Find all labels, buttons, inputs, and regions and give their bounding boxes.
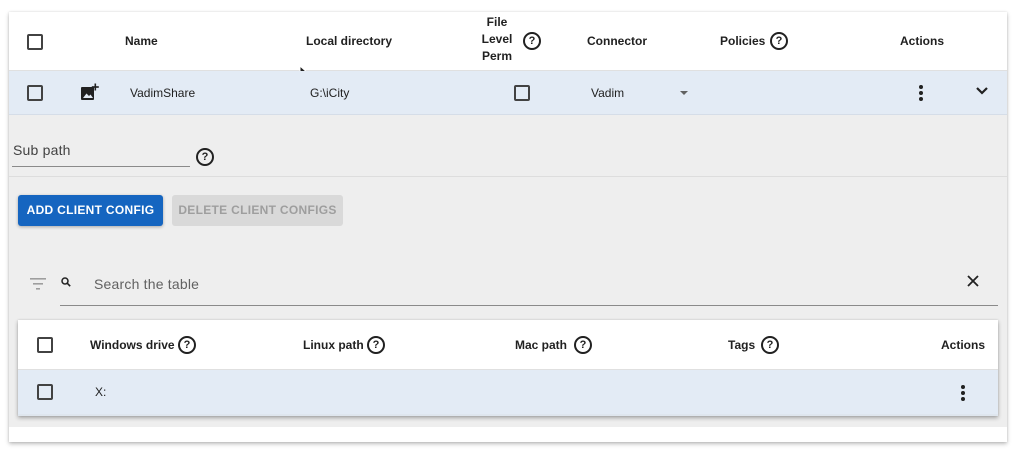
share-name: VadimShare	[130, 86, 196, 100]
windows-drive-value: X:	[95, 385, 107, 399]
client-config-table: Windows drive ? Linux path ? Mac path ? …	[18, 320, 998, 416]
search-input[interactable]: Search the table	[94, 276, 199, 292]
collapse-row-chevron-icon[interactable]	[975, 86, 989, 96]
column-header-actions: Actions	[900, 34, 945, 48]
divider	[9, 176, 1007, 177]
table-row[interactable]: VadimShare G:\iCity Vadim	[9, 71, 1007, 115]
row-checkbox[interactable]	[27, 85, 43, 101]
policies-help-icon[interactable]: ?	[770, 32, 788, 50]
table-bottom-edge	[18, 414, 998, 416]
search-underline	[60, 305, 998, 306]
column-header-windows-drive[interactable]: Windows drive	[90, 338, 175, 352]
sub-path-input[interactable]	[12, 166, 190, 167]
dropdown-arrow-icon[interactable]	[679, 90, 689, 96]
client-row-actions-menu-icon[interactable]	[961, 385, 965, 403]
column-header-mac-path[interactable]: Mac path	[515, 338, 567, 352]
tags-help-icon[interactable]: ?	[761, 336, 779, 354]
client-config-row[interactable]: X:	[18, 370, 998, 414]
windows-drive-help-icon[interactable]: ?	[178, 336, 196, 354]
column-header-file-level-perm[interactable]: File Level Perm	[477, 14, 517, 65]
column-header-connector[interactable]: Connector	[587, 34, 647, 48]
file-level-perm-checkbox[interactable]	[514, 85, 530, 101]
column-header-policies[interactable]: Policies	[720, 34, 765, 48]
client-row-checkbox[interactable]	[37, 384, 53, 400]
sub-path-help-icon[interactable]: ?	[196, 148, 214, 166]
column-header-name[interactable]: Name	[125, 34, 158, 48]
column-header-linux-path[interactable]: Linux path	[303, 338, 364, 352]
delete-client-configs-button[interactable]: DELETE CLIENT CONFIGS	[172, 195, 343, 226]
client-config-table-header: Windows drive ? Linux path ? Mac path ? …	[18, 320, 998, 370]
mac-path-help-icon[interactable]: ?	[574, 336, 592, 354]
filter-icon[interactable]	[30, 278, 46, 290]
connector-select-value[interactable]: Vadim	[591, 86, 624, 100]
add-photo-icon	[81, 83, 99, 100]
shares-table-card: Name Local directory File Level Perm ? C…	[9, 12, 1007, 442]
client-select-all-checkbox[interactable]	[37, 337, 53, 353]
search-icon	[61, 277, 71, 287]
client-column-header-actions: Actions	[941, 338, 986, 352]
select-all-checkbox[interactable]	[27, 34, 43, 50]
column-header-tags[interactable]: Tags	[728, 338, 755, 352]
card-footer	[9, 427, 1007, 442]
sub-path-label: Sub path	[13, 142, 71, 158]
clear-search-icon[interactable]	[967, 275, 979, 287]
table-header: Name Local directory File Level Perm ? C…	[9, 12, 1007, 71]
add-client-config-button[interactable]: ADD CLIENT CONFIG	[18, 195, 163, 226]
row-actions-menu-icon[interactable]	[919, 85, 923, 103]
linux-path-help-icon[interactable]: ?	[367, 336, 385, 354]
column-header-local-directory[interactable]: Local directory	[306, 34, 392, 48]
share-local-directory: G:\iCity	[310, 86, 350, 100]
file-level-perm-help-icon[interactable]: ?	[523, 32, 541, 50]
